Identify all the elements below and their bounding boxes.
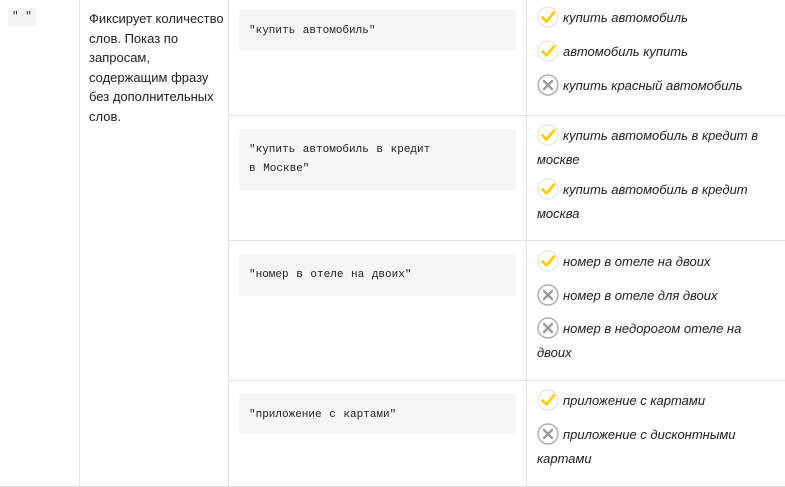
column-divider: [526, 0, 527, 487]
result-text: номер в отеле на двоих: [563, 254, 711, 269]
result-text: купить автомобиль в кредит москва: [537, 182, 748, 221]
result-list: номер в отеле на двоих номер в отеле для…: [537, 250, 777, 365]
result-text: автомобиль купить: [563, 44, 688, 59]
check-icon: [537, 40, 559, 62]
cross-icon: [537, 317, 559, 339]
result-text: купить автомобиль в кредит в москве: [537, 128, 759, 167]
result-text: номер в отеле для двоих: [563, 288, 718, 303]
result-item: автомобиль купить: [537, 40, 777, 74]
cross-icon: [537, 423, 559, 445]
operators-table: " " Фиксирует количество слов. Показ по …: [0, 0, 785, 487]
check-icon: [537, 6, 559, 28]
result-item: номер в отеле для двоих: [537, 284, 777, 317]
check-icon: [537, 124, 559, 146]
result-list: приложение с картами приложение с дискон…: [537, 389, 777, 471]
result-item: приложение с дисконтными картами: [537, 423, 777, 471]
row-divider: [228, 115, 785, 116]
result-list: купить автомобиль автомобиль купить купи…: [537, 6, 777, 98]
check-icon: [537, 250, 559, 272]
result-item: номер в отеле на двоих: [537, 250, 777, 284]
operator-code: " ": [8, 8, 36, 26]
row-divider: [228, 240, 785, 241]
query-example: "номер в отеле на двоих": [239, 254, 516, 296]
result-text: приложение с дисконтными картами: [537, 427, 736, 466]
result-item: купить автомобиль в кредит в москве: [537, 124, 777, 178]
cross-icon: [537, 74, 559, 96]
query-example: "купить автомобиль в кредит в Москве": [239, 129, 516, 190]
query-example: "купить автомобиль": [239, 10, 516, 51]
cross-icon: [537, 284, 559, 306]
result-item: купить автомобиль: [537, 6, 777, 40]
check-icon: [537, 178, 559, 200]
query-example: "приложение с картами": [239, 394, 516, 434]
result-item: купить автомобиль в кредит москва: [537, 178, 777, 226]
check-icon: [537, 389, 559, 411]
result-text: приложение с картами: [563, 393, 706, 408]
result-list: купить автомобиль в кредит в москве купи…: [537, 124, 777, 226]
column-divider: [79, 0, 80, 487]
result-text: купить автомобиль: [563, 10, 688, 25]
operator-description: Фиксирует количество слов. Показ по запр…: [89, 11, 224, 124]
result-text: купить красный автомобиль: [563, 78, 743, 93]
result-item: приложение с картами: [537, 389, 777, 423]
result-text: номер в недорогом отеле на двоих: [537, 321, 742, 360]
result-item: купить красный автомобиль: [537, 74, 777, 98]
row-divider: [228, 380, 785, 381]
result-item: номер в недорогом отеле на двоих: [537, 317, 777, 365]
